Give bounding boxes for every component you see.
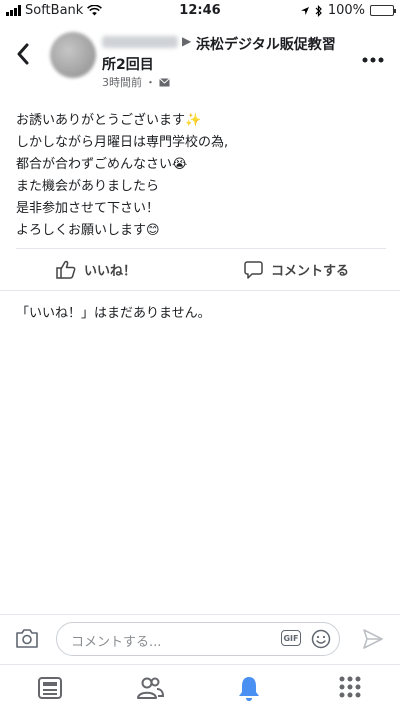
post-line: お誘いありがとうございます✨: [16, 113, 202, 128]
tab-groups[interactable]: [136, 675, 165, 705]
comment-button[interactable]: コメントする: [244, 260, 349, 279]
group-name-continued[interactable]: 所2回目: [102, 54, 154, 74]
post-line: 都合が合わずごめんなさい😭: [16, 157, 188, 172]
back-button[interactable]: [16, 42, 30, 72]
tab-news-feed[interactable]: [37, 675, 63, 705]
send-button[interactable]: [362, 628, 384, 654]
camera-icon: [16, 629, 38, 648]
thumbs-up-icon: [56, 260, 76, 279]
emoji-button[interactable]: [311, 629, 331, 653]
post-meta: 3時間前 ・: [102, 74, 170, 90]
news-feed-icon: [38, 677, 62, 699]
chevron-left-icon: [17, 43, 29, 65]
battery-percent: 100%: [327, 3, 365, 18]
like-label: いいね！: [84, 264, 137, 279]
tab-notifications[interactable]: [236, 675, 262, 707]
group-name[interactable]: 浜松デジタル販促教習: [196, 34, 336, 54]
send-icon: [363, 629, 383, 649]
likes-status: 「いいね！」はまだありません。: [16, 306, 211, 321]
notifications-bell-icon: [239, 677, 259, 701]
groups-icon: [137, 677, 165, 699]
tab-menu[interactable]: [338, 675, 362, 703]
meta-separator: ・: [145, 76, 156, 89]
comment-bubble-icon: [244, 261, 263, 279]
post-body: お誘いありがとうございます✨ しかしながら月曜日は専門学校の為, 都合が合わずご…: [16, 110, 386, 242]
like-button[interactable]: いいね！: [56, 260, 136, 279]
post-line: 是非参加させて下さい！: [16, 201, 160, 216]
divider: [0, 290, 400, 291]
bluetooth-icon: [315, 4, 322, 17]
author-name-blurred[interactable]: [102, 36, 178, 48]
comment-placeholder: コメントする...: [71, 635, 162, 650]
divider: [16, 248, 386, 249]
post-line: よろしくお願いします😊: [16, 223, 160, 238]
menu-grid-icon: [339, 676, 361, 698]
location-arrow-icon: [300, 6, 309, 15]
post-actions: いいね！ コメントする: [0, 252, 400, 288]
smiley-icon: [311, 629, 331, 649]
comment-input[interactable]: コメントする... GIF: [56, 622, 340, 656]
comment-input-bar: コメントする... GIF: [0, 614, 400, 665]
post-line: しかしながら月曜日は専門学校の為,: [16, 135, 229, 150]
battery-icon: [370, 5, 396, 16]
comment-label: コメントする: [271, 264, 350, 279]
bottom-tab-bar: [0, 664, 400, 712]
gif-button[interactable]: GIF: [281, 630, 301, 646]
status-right: 100%: [300, 3, 396, 18]
privacy-envelope-icon: [159, 77, 170, 86]
post-line: また機会がありましたら: [16, 179, 160, 194]
more-dots-icon: [362, 57, 384, 63]
avatar[interactable]: [50, 32, 96, 78]
group-arrow-icon: ▶: [182, 34, 192, 48]
camera-button[interactable]: [15, 627, 39, 653]
post-header: ▶ 浜松デジタル販促教習 所2回目 3時間前 ・: [0, 24, 400, 94]
more-options-button[interactable]: [362, 44, 384, 69]
status-bar: SoftBank 12:46 100%: [0, 0, 400, 22]
post-timestamp[interactable]: 3時間前: [102, 74, 142, 90]
